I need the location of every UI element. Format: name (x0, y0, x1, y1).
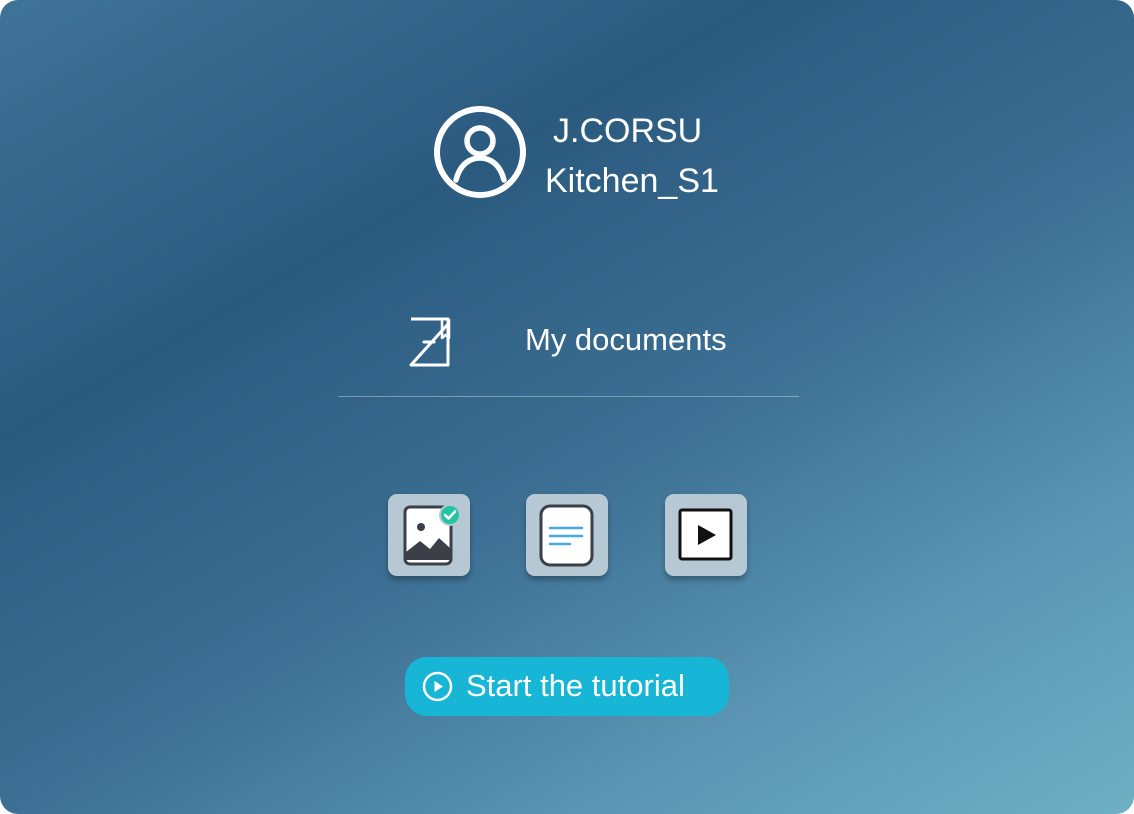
images-tile-button[interactable] (388, 494, 470, 576)
user-profile: J.CORSU Kitchen_S1 (432, 104, 719, 200)
user-name: J.CORSU (553, 112, 703, 150)
start-tutorial-button[interactable]: Start the tutorial (405, 657, 729, 716)
play-circle-icon (422, 671, 453, 702)
play-video-icon (678, 508, 733, 561)
user-circle-icon (434, 106, 526, 198)
notes-tile-button[interactable] (526, 494, 608, 576)
start-tutorial-label: Start the tutorial (466, 668, 685, 703)
my-documents-link[interactable]: My documents (338, 306, 799, 397)
profile-text: J.CORSU Kitchen_S1 (545, 106, 719, 206)
my-documents-label: My documents (525, 322, 727, 357)
document-icon (409, 317, 451, 367)
image-checked-icon (403, 504, 461, 566)
station-name: Kitchen_S1 (545, 162, 719, 200)
home-panel: J.CORSU Kitchen_S1 My documents Start th… (0, 0, 1134, 814)
text-document-icon (539, 504, 594, 567)
video-tile-button[interactable] (665, 494, 747, 576)
